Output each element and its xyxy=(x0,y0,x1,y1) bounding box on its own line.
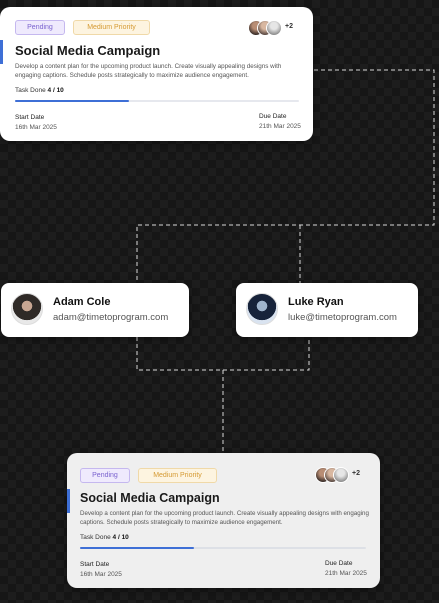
task-done-label: Task Done xyxy=(15,87,46,94)
due-date-value: 21th Mar 2025 xyxy=(325,570,367,577)
person-name: Adam Cole xyxy=(53,296,111,308)
assignee-avatars[interactable]: +2 xyxy=(248,20,303,36)
status-badge: Pending xyxy=(15,20,65,35)
start-date-value: 16th Mar 2025 xyxy=(15,124,57,131)
task-title: Social Media Campaign xyxy=(15,43,161,58)
person-card-adam[interactable]: Adam Cole adam@timetoprogram.com xyxy=(1,283,189,337)
progress-fill xyxy=(80,547,195,549)
task-done-value: 4 / 10 xyxy=(47,87,64,94)
avatar xyxy=(246,293,278,325)
progress-fill xyxy=(15,100,129,102)
avatar xyxy=(11,293,43,325)
start-date-label: Start Date xyxy=(15,114,45,121)
card-accent-bar xyxy=(0,40,3,64)
task-card-bottom[interactable]: Pending Medium Priority +2 Social Media … xyxy=(67,453,380,588)
task-description: Develop a content plan for the upcoming … xyxy=(15,63,282,79)
task-title: Social Media Campaign xyxy=(80,491,220,505)
task-done-text: Task Done 4 / 10 xyxy=(15,87,64,94)
assignee-avatars[interactable]: +2 xyxy=(315,467,370,483)
connector-line-merge xyxy=(136,337,310,371)
due-date-label: Due Date xyxy=(325,560,353,567)
progress-bar xyxy=(80,547,366,549)
avatar xyxy=(266,20,282,36)
start-date-label: Start Date xyxy=(80,561,110,568)
person-email: adam@timetoprogram.com xyxy=(53,312,169,323)
person-card-luke[interactable]: Luke Ryan luke@timetoprogram.com xyxy=(236,283,418,337)
due-date-label: Due Date xyxy=(259,113,287,120)
task-done-label: Task Done xyxy=(80,534,111,541)
task-card-top[interactable]: Pending Medium Priority +2 Social Media … xyxy=(0,7,313,141)
task-done-text: Task Done 4 / 10 xyxy=(80,534,129,541)
task-done-value: 4 / 10 xyxy=(112,534,129,541)
person-email: luke@timetoprogram.com xyxy=(288,312,397,323)
card-accent-bar xyxy=(67,489,70,513)
assignee-count: +2 xyxy=(352,470,360,477)
assignee-count: +2 xyxy=(285,23,293,30)
task-description: Develop a content plan for the upcoming … xyxy=(80,510,369,526)
avatar xyxy=(333,467,349,483)
due-date-value: 21th Mar 2025 xyxy=(259,123,301,130)
progress-bar xyxy=(15,100,299,102)
person-name: Luke Ryan xyxy=(288,296,344,308)
priority-badge: Medium Priority xyxy=(73,20,150,35)
start-date-value: 16th Mar 2025 xyxy=(80,571,122,578)
priority-badge: Medium Priority xyxy=(138,468,217,483)
status-badge: Pending xyxy=(80,468,130,483)
